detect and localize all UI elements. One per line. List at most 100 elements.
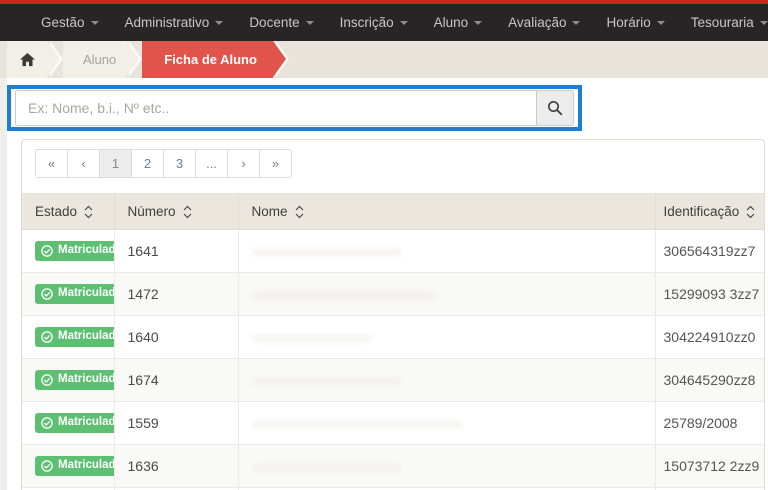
check-circle-icon xyxy=(41,245,53,257)
home-icon xyxy=(20,53,35,67)
redacted-name xyxy=(252,463,402,472)
breadcrumb-label: Aluno xyxy=(83,52,116,67)
chevron-down-icon xyxy=(760,21,768,25)
student-number: 1641 xyxy=(128,243,159,259)
status-label: Matriculado xyxy=(58,374,114,386)
nav-item[interactable]: Gestão xyxy=(28,4,112,41)
status-label: Matriculado xyxy=(58,245,114,257)
nav-item-label: Avaliação xyxy=(508,15,566,30)
nav-item[interactable]: Inscrição xyxy=(327,4,421,41)
nav-item-label: Inscrição xyxy=(340,15,394,30)
chevron-down-icon xyxy=(474,21,482,25)
breadcrumb-item-ficha-de-aluno[interactable]: Ficha de Aluno xyxy=(142,41,273,78)
status-label: Matriculado xyxy=(58,331,114,343)
page-button[interactable]: 1 xyxy=(99,149,132,178)
student-id: 15073712 2zz9 xyxy=(664,458,760,474)
table-header-row: Estado Número Nome xyxy=(22,194,764,230)
status-badge: Matriculado xyxy=(35,413,114,433)
student-number: 1559 xyxy=(128,415,159,431)
sort-icon xyxy=(746,205,755,219)
student-id: 25789/2008 xyxy=(664,415,738,431)
status-label: Matriculado xyxy=(58,460,114,472)
redacted-name xyxy=(252,248,402,257)
student-number: 1640 xyxy=(128,329,159,345)
nav-item-label: Docente xyxy=(249,15,299,30)
table-body: Matriculado 1641 306564319zz7 Matriculad… xyxy=(22,230,764,490)
nav-item[interactable]: Docente xyxy=(236,4,326,41)
page-button[interactable]: « xyxy=(35,149,68,178)
nav-item[interactable]: Horário xyxy=(593,4,677,41)
table-row[interactable]: Matriculado 1640 304224910zz0 xyxy=(22,316,764,359)
nav-item-label: Administrativo xyxy=(125,15,210,30)
sort-icon xyxy=(183,205,192,219)
status-badge: Matriculado xyxy=(35,284,114,304)
page-button[interactable]: ‹ xyxy=(67,149,100,178)
redacted-name xyxy=(252,420,462,429)
column-header-numero[interactable]: Número xyxy=(114,194,238,230)
nav-item-label: Gestão xyxy=(41,15,85,30)
status-badge: Matriculado xyxy=(35,241,114,261)
status-badge: Matriculado xyxy=(35,370,114,390)
breadcrumb: Aluno Ficha de Aluno xyxy=(0,41,768,78)
search-input-group xyxy=(15,90,574,126)
chevron-down-icon xyxy=(91,21,99,25)
column-header-estado[interactable]: Estado xyxy=(22,194,114,230)
search-input[interactable] xyxy=(15,90,536,126)
breadcrumb-home[interactable] xyxy=(7,41,47,78)
student-id: 15299093 3zz7 xyxy=(664,286,760,302)
redacted-name xyxy=(252,334,372,343)
page-button[interactable]: 2 xyxy=(131,149,164,178)
chevron-down-icon xyxy=(400,21,408,25)
sort-icon xyxy=(295,205,304,219)
table-row[interactable]: Matriculado 1641 306564319zz7 xyxy=(22,230,764,273)
top-navbar: Gestão Administrativo Docente Inscrição … xyxy=(0,0,768,41)
page-left-gutter xyxy=(0,78,7,490)
check-circle-icon xyxy=(41,374,53,386)
redacted-name xyxy=(252,291,437,300)
nav-item-label: Aluno xyxy=(434,15,469,30)
search-button[interactable] xyxy=(536,90,574,126)
nav-item[interactable]: Aluno xyxy=(421,4,496,41)
page-button[interactable]: ... xyxy=(195,149,228,178)
chevron-down-icon xyxy=(657,21,665,25)
status-label: Matriculado xyxy=(58,417,114,429)
student-id: 304645290zz8 xyxy=(664,372,756,388)
student-number: 1636 xyxy=(128,458,159,474)
student-number: 1674 xyxy=(128,372,159,388)
breadcrumb-active-label: Ficha de Aluno xyxy=(164,52,257,67)
check-circle-icon xyxy=(41,460,53,472)
chevron-down-icon xyxy=(306,21,314,25)
table-row[interactable]: Matriculado 1636 15073712 2zz9 xyxy=(22,445,764,488)
status-label: Matriculado xyxy=(58,288,114,300)
results-panel: « ‹ 1 2 3 ... › » Estado xyxy=(21,139,765,490)
check-circle-icon xyxy=(41,331,53,343)
page-button[interactable]: » xyxy=(259,149,292,178)
status-badge: Matriculado xyxy=(35,456,114,476)
check-circle-icon xyxy=(41,417,53,429)
sort-icon xyxy=(84,205,93,219)
nav-item[interactable]: Administrativo xyxy=(112,4,237,41)
table-row[interactable]: Matriculado 1559 25789/2008 xyxy=(22,402,764,445)
chevron-down-icon xyxy=(572,21,580,25)
column-header-nome[interactable]: Nome xyxy=(238,194,655,230)
breadcrumb-item-aluno[interactable]: Aluno xyxy=(63,41,126,78)
page-button[interactable]: 3 xyxy=(163,149,196,178)
student-id: 304224910zz0 xyxy=(664,329,756,345)
column-header-identificacao[interactable]: Identificação xyxy=(655,194,764,230)
student-number: 1472 xyxy=(128,286,159,302)
nav-item[interactable]: Tesouraria xyxy=(678,4,768,41)
student-id: 306564319zz7 xyxy=(664,243,756,259)
table-row[interactable]: Matriculado 1674 304645290zz8 xyxy=(22,359,764,402)
check-circle-icon xyxy=(41,288,53,300)
page-button[interactable]: › xyxy=(227,149,260,178)
table-row[interactable]: Matriculado 1472 15299093 3zz7 xyxy=(22,273,764,316)
nav-item[interactable]: Avaliação xyxy=(495,4,593,41)
students-table: Estado Número Nome xyxy=(22,193,764,490)
pagination: « ‹ 1 2 3 ... › » xyxy=(35,149,292,178)
redacted-name xyxy=(252,377,402,386)
status-badge: Matriculado xyxy=(35,327,114,347)
search-icon xyxy=(547,100,563,116)
chevron-down-icon xyxy=(215,21,223,25)
search-highlight-box xyxy=(7,85,582,131)
nav-item-label: Horário xyxy=(606,15,650,30)
